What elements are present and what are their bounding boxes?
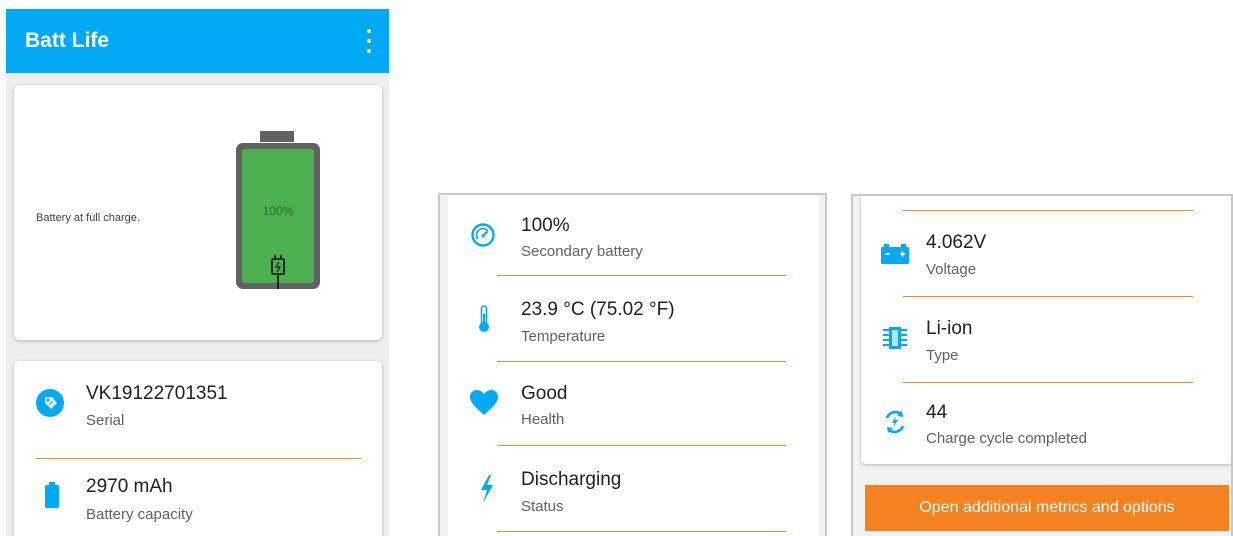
voltage-label: Voltage: [926, 261, 977, 278]
overflow-menu-icon[interactable]: [363, 29, 375, 53]
capacity-label: Battery capacity: [86, 506, 193, 523]
temperature-value: 23.9 °C (75.02 °F): [521, 299, 675, 320]
charge-cycle-value: 44: [926, 402, 948, 423]
status-label: Status: [521, 498, 564, 515]
car-battery-icon: [881, 244, 909, 264]
battery-info-card: VK19122701351 Serial 2970 mAh Battery ca…: [14, 361, 382, 536]
status-row: Discharging Status: [448, 447, 819, 531]
divider: [903, 296, 1193, 297]
battery-status-message: Battery at full charge.: [36, 212, 140, 224]
more-metrics-card: 4.062V Voltage Li-ion Type 44 Charge cyc…: [861, 196, 1231, 464]
serial-value: VK19122701351: [86, 383, 228, 404]
divider: [497, 275, 786, 276]
battery-level-text: 100%: [263, 204, 294, 218]
divider: [36, 458, 361, 459]
open-additional-metrics-button[interactable]: Open additional metrics and options: [865, 485, 1229, 531]
health-row: Good Health: [448, 363, 819, 447]
capacity-row: 2970 mAh Battery capacity: [14, 461, 382, 536]
type-row: Li-ion Type: [861, 298, 1231, 382]
divider: [497, 361, 786, 362]
chip-icon: [883, 327, 907, 349]
capacity-value: 2970 mAh: [86, 476, 173, 497]
charge-cycle-row: 44 Charge cycle completed: [861, 384, 1231, 464]
battery-icon: [45, 482, 59, 508]
more-screen: 4.062V Voltage Li-ion Type 44 Charge cyc…: [851, 194, 1233, 536]
app-bar: Batt Life: [6, 9, 389, 73]
cycle-icon: [885, 410, 905, 434]
health-label: Health: [521, 411, 565, 428]
temperature-label: Temperature: [521, 328, 606, 345]
thermometer-icon: [479, 305, 489, 332]
battery-level-graphic: 100%: [236, 131, 320, 289]
serial-label: Serial: [86, 412, 125, 429]
tag-icon: [36, 389, 64, 417]
lightning-icon: [481, 475, 493, 503]
divider: [497, 531, 786, 532]
gauge-icon: [471, 223, 495, 247]
status-value: Discharging: [521, 469, 622, 490]
type-label: Type: [926, 347, 959, 364]
serial-row: VK19122701351 Serial: [14, 361, 382, 451]
divider: [497, 445, 786, 446]
battery-status-card: Battery at full charge. 100%: [14, 85, 382, 340]
secondary-battery-row: 100% Secondary battery: [448, 195, 819, 275]
main-screen: Batt Life Battery at full charge. 100% V…: [6, 9, 389, 536]
heart-icon: [470, 390, 498, 415]
details-card: 100% Secondary battery 23.9 °C (75.02 °F…: [448, 195, 819, 536]
app-title: Batt Life: [25, 29, 109, 52]
voltage-row: 4.062V Voltage: [861, 212, 1231, 296]
divider: [903, 210, 1193, 211]
details-screen: 100% Secondary battery 23.9 °C (75.02 °F…: [438, 193, 827, 536]
secondary-battery-value: 100%: [521, 215, 570, 236]
secondary-battery-label: Secondary battery: [521, 243, 643, 260]
type-value: Li-ion: [926, 318, 973, 339]
health-value: Good: [521, 383, 568, 404]
temperature-row: 23.9 °C (75.02 °F) Temperature: [448, 277, 819, 361]
voltage-value: 4.062V: [926, 232, 987, 253]
charge-cycle-label: Charge cycle completed: [926, 430, 1087, 447]
divider: [903, 382, 1193, 383]
